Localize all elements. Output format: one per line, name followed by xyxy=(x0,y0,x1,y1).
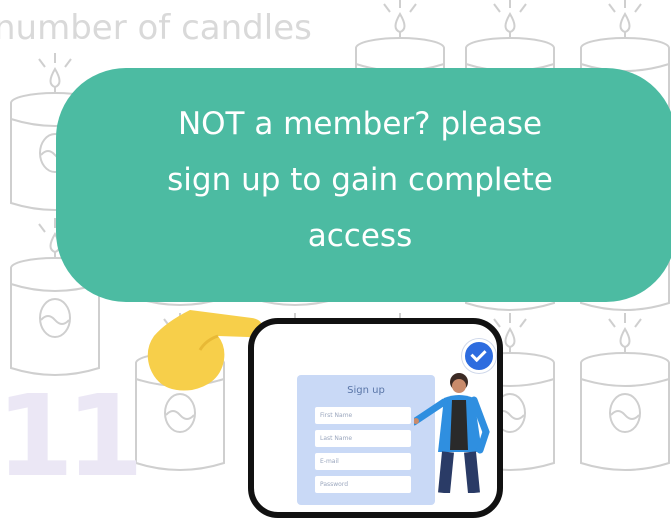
first-name-field: First Name xyxy=(315,407,411,424)
person-icon xyxy=(414,373,490,493)
password-field: Password xyxy=(315,476,411,493)
banner-line-1: NOT a member? please xyxy=(177,106,543,142)
checkmark-icon xyxy=(462,339,496,373)
banner-message[interactable]: NOT a member? please sign up to gain com… xyxy=(140,96,580,264)
email-field: E-mail xyxy=(315,453,411,470)
banner-line-3: access xyxy=(307,218,413,254)
banner-line-2: sign up to gain complete xyxy=(167,162,553,198)
candle-count: 11 xyxy=(0,372,144,502)
last-name-field: Last Name xyxy=(315,430,411,447)
